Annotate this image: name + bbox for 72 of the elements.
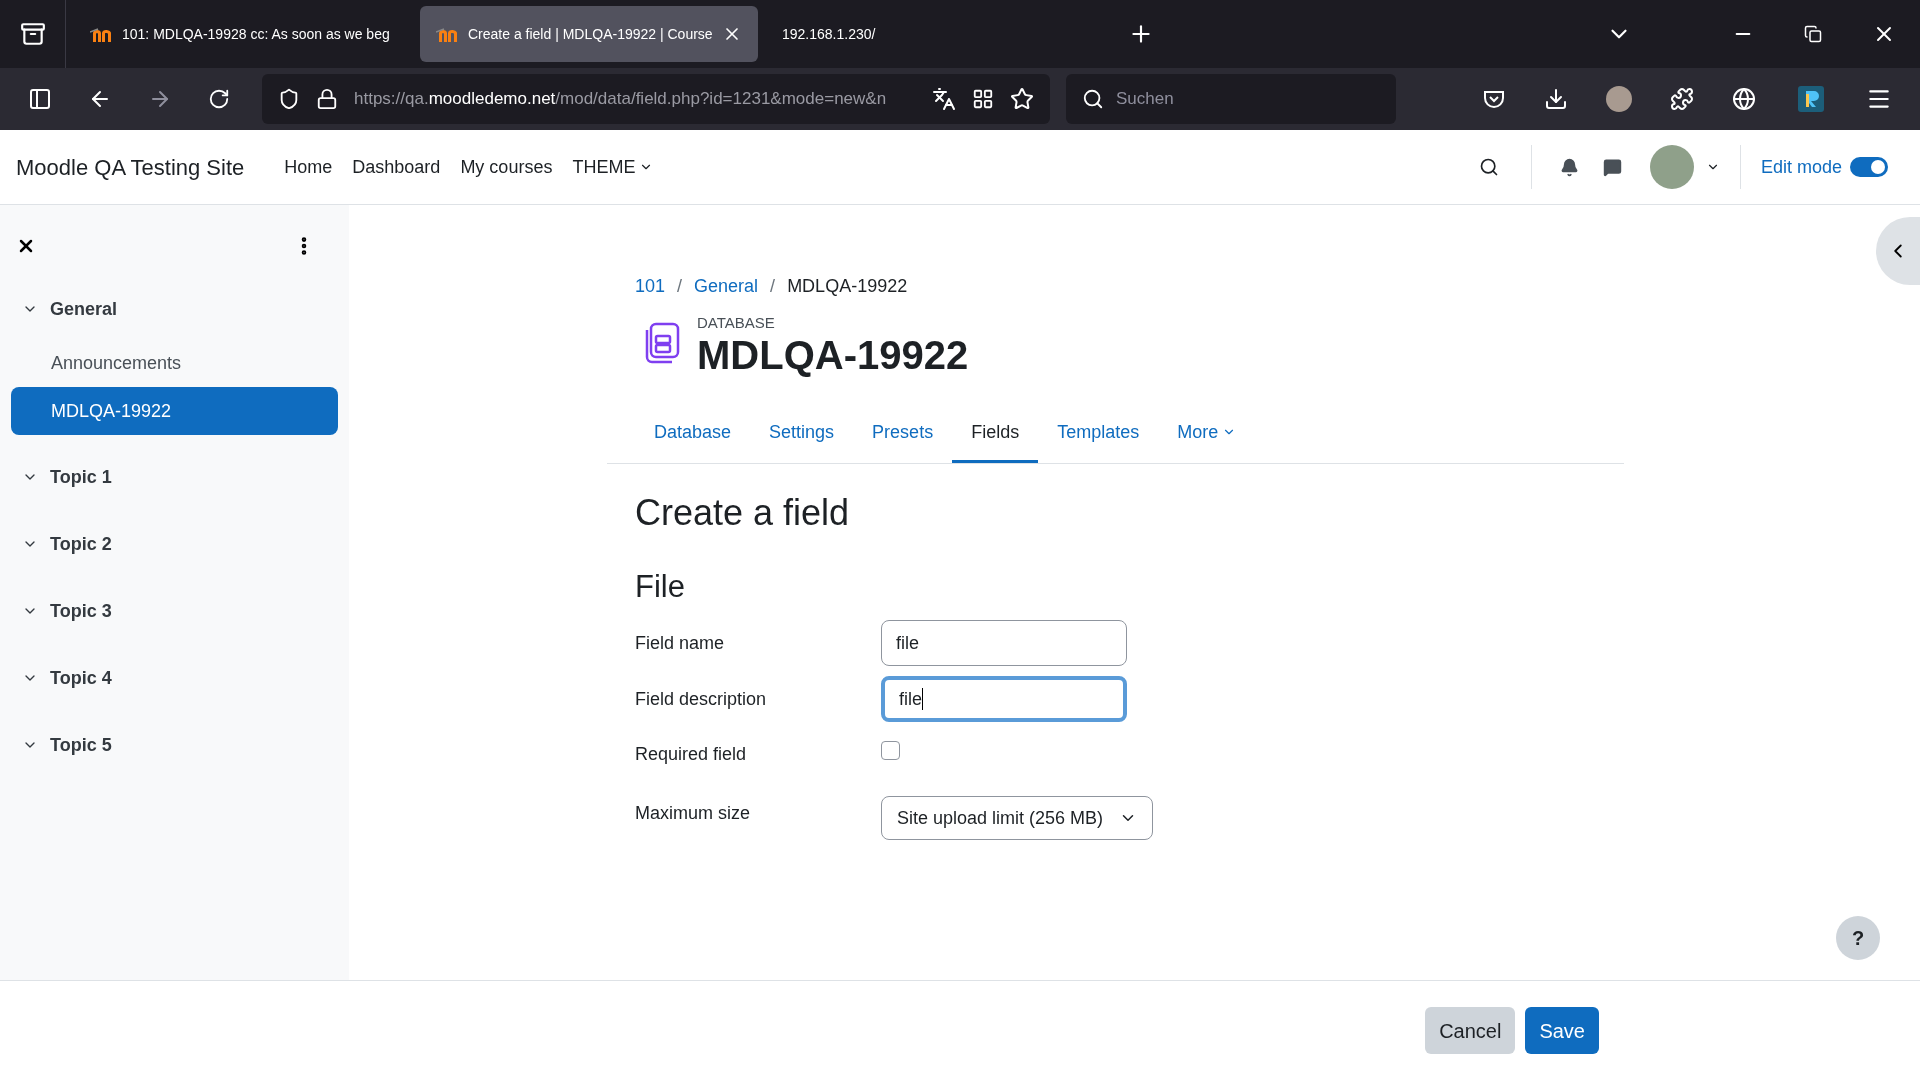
breadcrumb-current: MDLQA-19922: [787, 275, 908, 298]
breadcrumb-separator: /: [677, 275, 683, 298]
tab-title: Create a field | MDLQA-19922 | Course: [468, 24, 714, 44]
form-button[interactable]: Cancel: [1425, 1007, 1516, 1054]
extensions-icon[interactable]: [1670, 87, 1694, 111]
form-button[interactable]: Save: [1525, 1007, 1599, 1054]
extension-globe-icon[interactable]: [1732, 87, 1756, 111]
search-field[interactable]: Suchen: [1066, 74, 1396, 124]
nav-tab[interactable]: Fields: [952, 404, 1039, 463]
bookmark-star-icon[interactable]: [1010, 87, 1034, 111]
profile-avatar[interactable]: [1606, 86, 1632, 112]
grid-icon[interactable]: [972, 88, 994, 110]
select-dropdown[interactable]: Site upload limit (256 MB): [881, 796, 1154, 840]
course-section[interactable]: Topic 5: [0, 727, 349, 763]
nav-link[interactable]: THEME: [572, 153, 654, 181]
text-input[interactable]: file: [881, 676, 1127, 722]
drawer-toggle-button[interactable]: [1876, 217, 1920, 285]
field-label: Field name: [635, 631, 726, 655]
checkbox[interactable]: [881, 740, 900, 760]
field-label: Maximum size: [635, 801, 751, 825]
browser-tab[interactable]: 101: MDLQA-19928 cc: As soon as we beg: [74, 6, 412, 62]
url-text: https://qa.moodledemo.net/mod/data/field.php?id=1231&mode=new&n: [354, 88, 888, 111]
edit-mode-label: Edit mode: [1760, 155, 1842, 179]
search-icon: [1082, 88, 1104, 110]
restore-icon[interactable]: [1804, 25, 1822, 43]
extension-logo-icon[interactable]: [1798, 86, 1824, 112]
nav-link[interactable]: My courses: [460, 153, 553, 181]
nav-tab[interactable]: Presets: [853, 404, 953, 463]
edit-mode-switch[interactable]: [1850, 157, 1888, 177]
address-bar[interactable]: https://qa.moodledemo.net/mod/data/field.php?id=1231&mode=new&n: [262, 74, 1050, 124]
activity-type-label: DATABASE: [697, 313, 776, 333]
moodle-logo-icon: [436, 26, 460, 42]
course-section[interactable]: Topic 3: [0, 593, 349, 629]
course-section[interactable]: Topic 4: [0, 660, 349, 696]
nav-tab[interactable]: Templates: [1038, 404, 1159, 463]
nav-tab[interactable]: More: [1158, 404, 1256, 463]
nav-link[interactable]: Dashboard: [352, 153, 441, 181]
course-section[interactable]: Topic 1: [0, 459, 349, 495]
page-title: MDLQA-19922: [697, 334, 969, 375]
breadcrumb-link[interactable]: 101: [635, 273, 666, 300]
tab-title: 101: MDLQA-19928 cc: As soon as we beg: [122, 24, 391, 44]
course-section[interactable]: General: [0, 291, 349, 327]
text-input[interactable]: file: [881, 620, 1127, 666]
messages-icon[interactable]: [1602, 157, 1622, 177]
field-label: Required field: [635, 742, 748, 766]
section-heading: File: [634, 567, 686, 606]
reload-icon[interactable]: [208, 88, 230, 110]
lock-icon[interactable]: [316, 88, 338, 110]
database-icon: [645, 322, 681, 365]
breadcrumb-link[interactable]: General: [694, 273, 759, 300]
field-label: Field description: [635, 687, 768, 711]
nav-link[interactable]: Home: [284, 153, 333, 181]
course-section[interactable]: Topic 2: [0, 526, 349, 562]
breadcrumb-separator: /: [770, 275, 776, 298]
site-name[interactable]: Moodle QA Testing Site: [16, 150, 245, 184]
browser-tab[interactable]: 192.168.1.230/: [766, 6, 1104, 62]
tab-title: 192.168.1.230/: [782, 24, 877, 44]
browser-tab[interactable]: Create a field | MDLQA-19922 | Course: [420, 6, 758, 62]
nav-tab[interactable]: Settings: [750, 404, 854, 463]
translate-icon[interactable]: [932, 87, 956, 111]
sidebar-activity-link[interactable]: Announcements: [11, 339, 338, 387]
search-icon[interactable]: [1478, 157, 1499, 177]
form-heading: Create a field: [634, 490, 851, 535]
user-avatar[interactable]: [1649, 145, 1694, 189]
sidebar-toggle-icon[interactable]: [28, 87, 52, 111]
notifications-bell-icon[interactable]: [1559, 157, 1579, 177]
shield-icon[interactable]: [278, 88, 300, 110]
download-icon[interactable]: [1544, 87, 1568, 111]
help-button[interactable]: ?: [1836, 916, 1880, 960]
nav-tab[interactable]: Database: [635, 404, 751, 463]
moodle-logo-icon: [90, 26, 114, 42]
sidebar-activity-link[interactable]: MDLQA-19922: [11, 387, 338, 435]
